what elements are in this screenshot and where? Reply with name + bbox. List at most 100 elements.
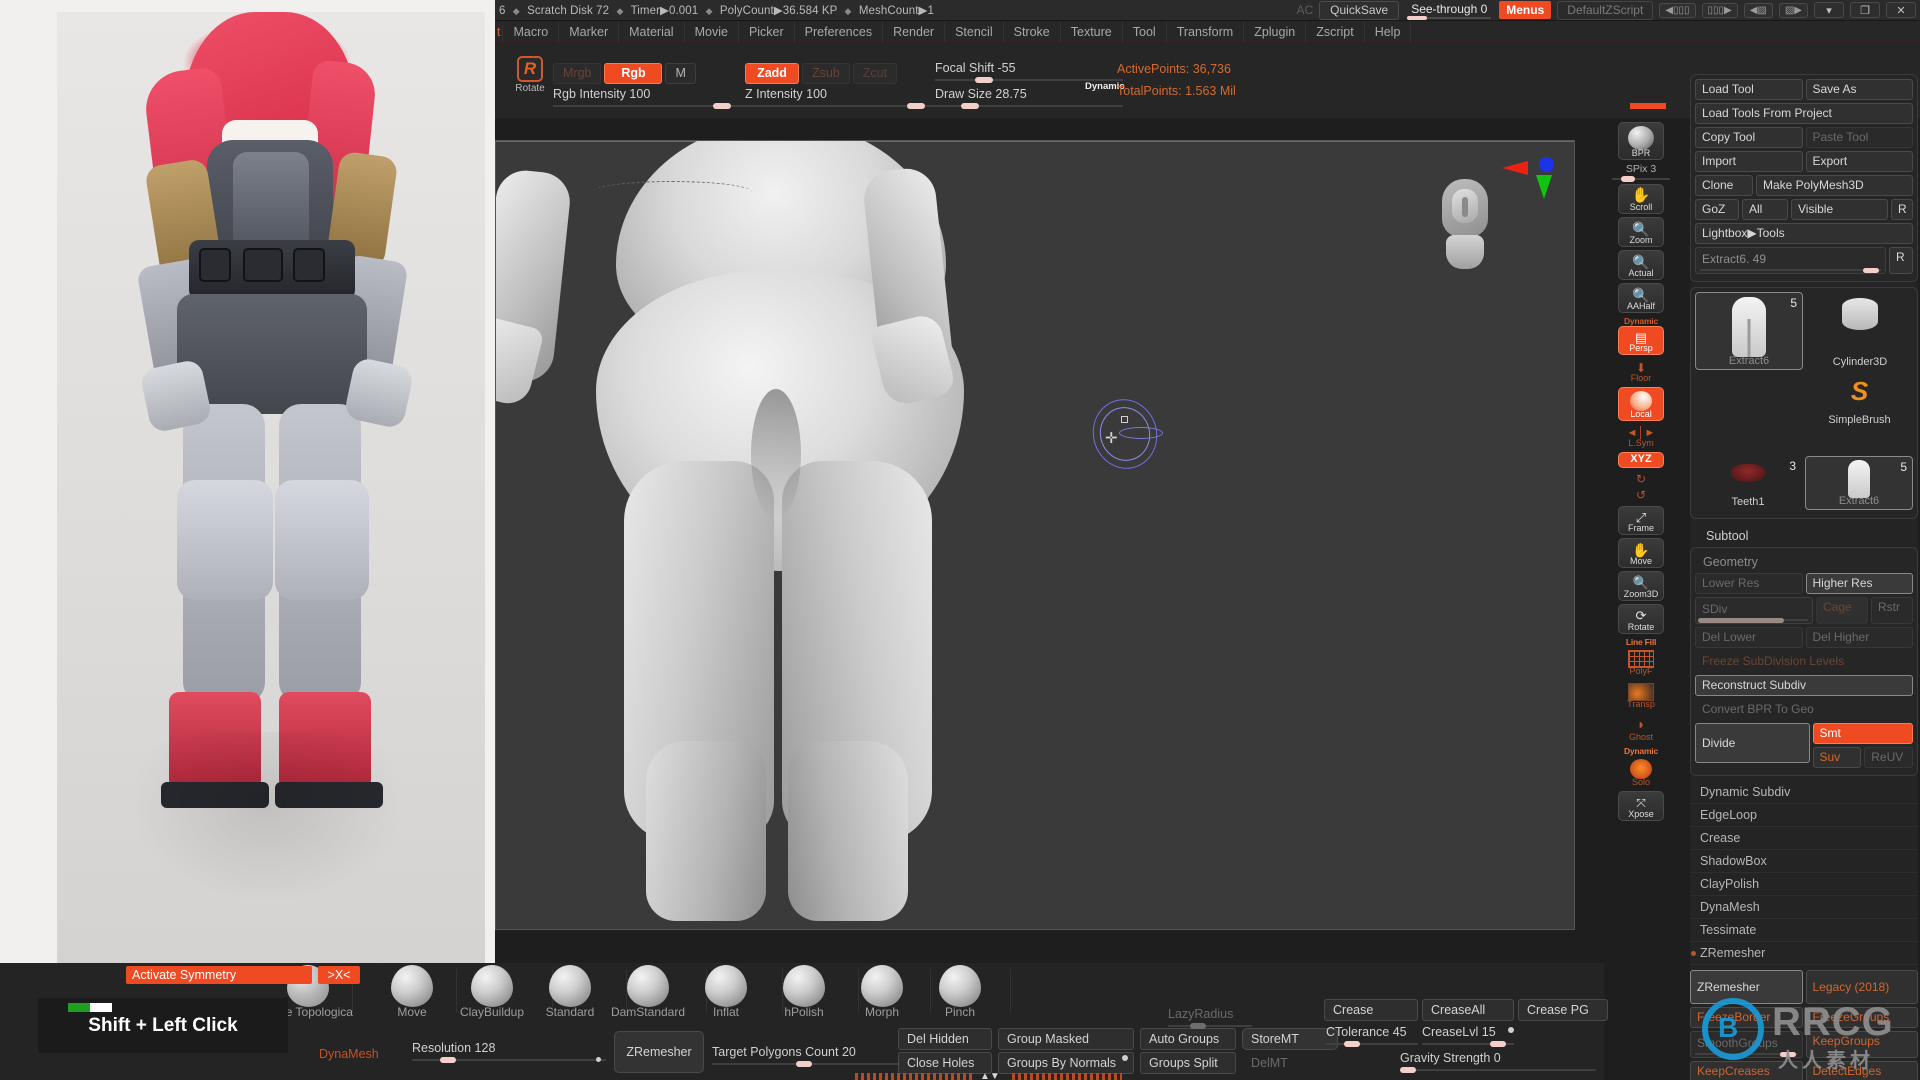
tool-thumb-simplebrush[interactable]: S SimpleBrush xyxy=(1806,374,1913,428)
frame-button[interactable]: ⤢ Frame xyxy=(1618,506,1664,535)
goz-all-button[interactable]: All xyxy=(1742,199,1788,220)
groups-by-normals-dot[interactable] xyxy=(1122,1055,1128,1061)
menu-item-marker[interactable]: Marker xyxy=(559,21,620,42)
menu-item-material[interactable]: Material xyxy=(619,21,685,42)
activate-symmetry-button[interactable]: Activate Symmetry xyxy=(126,966,312,984)
goz-r-button[interactable]: R xyxy=(1891,199,1913,220)
section-zremesher[interactable]: ZRemesher xyxy=(1690,942,1918,965)
slider-thumb[interactable] xyxy=(796,1061,812,1067)
zadd-button[interactable]: Zadd xyxy=(745,63,799,84)
slider-thumb[interactable] xyxy=(1621,176,1635,182)
current-tool-slider[interactable]: Extract6. 49 xyxy=(1695,247,1886,274)
menu-item-stroke[interactable]: Stroke xyxy=(1004,21,1061,42)
mrgb-button[interactable]: Mrgb xyxy=(553,63,602,84)
del-hidden-button[interactable]: Del Hidden xyxy=(898,1028,992,1050)
dynamesh-label[interactable]: DynaMesh xyxy=(310,1043,388,1065)
load-tool-button[interactable]: Load Tool xyxy=(1695,79,1803,100)
close-holes-button[interactable]: Close Holes xyxy=(898,1052,992,1074)
tool-thumb-cylinder3d[interactable]: Cylinder3D xyxy=(1807,292,1913,370)
zoom3d-button[interactable]: 🔍 Zoom3D xyxy=(1618,571,1664,601)
spix-slider[interactable]: SPix 3 xyxy=(1604,163,1678,182)
auto-groups-button[interactable]: Auto Groups xyxy=(1140,1028,1236,1050)
reconstruct-subdiv-button[interactable]: Reconstruct Subdiv xyxy=(1695,675,1913,696)
menu-item-transform[interactable]: Transform xyxy=(1167,21,1245,42)
rgb-intensity-slider[interactable]: Rgb Intensity 100 xyxy=(553,87,745,109)
aahalf-button[interactable]: 🔍 AAHalf xyxy=(1618,283,1664,313)
slider-thumb[interactable] xyxy=(1344,1041,1360,1047)
smt-button[interactable]: Smt xyxy=(1812,723,1913,744)
clone-button[interactable]: Clone xyxy=(1695,175,1753,196)
nav-prev-button[interactable]: ◀▯▯▯ xyxy=(1659,2,1696,18)
doc-prev-button[interactable]: ◀▧ xyxy=(1743,2,1773,18)
zremesher-bottom-button[interactable]: ZRemesher xyxy=(614,1031,704,1073)
suv-button[interactable]: Suv xyxy=(1812,747,1862,768)
section-shadowbox[interactable]: ShadowBox xyxy=(1690,850,1918,873)
menu-item-movie[interactable]: Movie xyxy=(685,21,739,42)
creaselvl-slider[interactable]: CreaseLvl 15 xyxy=(1422,1025,1514,1047)
group-masked-button[interactable]: Group Masked xyxy=(998,1028,1134,1050)
slider-thumb[interactable] xyxy=(907,103,925,109)
slider-thumb[interactable] xyxy=(961,103,979,109)
section-dynamic-subdiv[interactable]: Dynamic Subdiv xyxy=(1690,781,1918,804)
tool-thumb-teeth1[interactable]: 3 Teeth1 xyxy=(1695,456,1801,510)
slider-thumb[interactable] xyxy=(1400,1067,1416,1073)
menu-item-preferences[interactable]: Preferences xyxy=(795,21,884,42)
default-zscript-button[interactable]: DefaultZScript xyxy=(1557,0,1654,20)
gravity-strength-slider[interactable]: Gravity Strength 0 xyxy=(1400,1051,1596,1073)
load-tools-from-project-button[interactable]: Load Tools From Project xyxy=(1695,103,1913,124)
goz-button[interactable]: GoZ xyxy=(1695,199,1739,220)
menu-item-zplugin[interactable]: Zplugin xyxy=(1244,21,1307,42)
tool-thumb-extract6-b[interactable]: 5 Extract6 xyxy=(1805,456,1913,510)
slider-thumb[interactable] xyxy=(713,103,731,109)
lsym-button[interactable]: ◄│► L.Sym xyxy=(1618,424,1664,449)
save-as-button[interactable]: Save As xyxy=(1805,79,1913,100)
section-claypolish[interactable]: ClayPolish xyxy=(1690,873,1918,896)
z-rotate-icon[interactable]: ↺ xyxy=(1604,487,1678,503)
storemt-button[interactable]: StoreMT xyxy=(1242,1028,1338,1050)
ghost-button[interactable]: ◗ Ghost xyxy=(1618,713,1664,743)
scroll-arrows-icon[interactable]: ▲▼ xyxy=(980,1071,1000,1080)
section-tessimate[interactable]: Tessimate xyxy=(1690,919,1918,942)
slider-thumb[interactable] xyxy=(975,77,993,83)
tool-thumb-extract6[interactable]: 5 Extract6 xyxy=(1695,292,1803,370)
crease-all-button[interactable]: CreaseAll xyxy=(1422,999,1514,1021)
resolution-slider[interactable]: Resolution 128 xyxy=(412,1041,606,1063)
menu-item-texture[interactable]: Texture xyxy=(1061,21,1123,42)
higher-res-button[interactable]: Higher Res xyxy=(1805,573,1913,594)
bpr-button[interactable]: BPR xyxy=(1618,122,1664,160)
doc-next-button[interactable]: ▧▶ xyxy=(1778,2,1808,18)
xpose-button[interactable]: ⤧ Xpose xyxy=(1618,791,1664,821)
slider-thumb[interactable] xyxy=(1490,1041,1506,1047)
zcut-button[interactable]: Zcut xyxy=(852,63,898,84)
polyf-button[interactable]: PolyF xyxy=(1618,647,1664,677)
crease-button[interactable]: Crease xyxy=(1324,999,1418,1021)
geometry-section-title[interactable]: Geometry xyxy=(1695,552,1913,573)
quicksave-button[interactable]: QuickSave xyxy=(1319,0,1400,20)
floor-button[interactable]: ⬇ Floor xyxy=(1618,358,1664,384)
z-intensity-slider[interactable]: Z Intensity 100 xyxy=(745,87,937,109)
make-polymesh3d-button[interactable]: Make PolyMesh3D xyxy=(1756,175,1913,196)
rgb-button[interactable]: Rgb xyxy=(604,63,663,84)
slider-thumb[interactable] xyxy=(440,1057,456,1063)
menu-item-help[interactable]: Help xyxy=(1365,21,1412,42)
ctolerance-slider[interactable]: CTolerance 45 xyxy=(1326,1025,1418,1047)
m-button[interactable]: M xyxy=(665,63,696,84)
brush-pinch[interactable]: Pinch xyxy=(912,965,1008,1019)
menu-item-picker[interactable]: Picker xyxy=(739,21,795,42)
actual-button[interactable]: 🔍 Actual xyxy=(1618,250,1664,280)
section-crease[interactable]: Crease xyxy=(1690,827,1918,850)
solo-button[interactable]: Solo xyxy=(1618,756,1664,788)
minimize-icon[interactable]: ▾ xyxy=(1814,2,1844,18)
y-rotate-icon[interactable]: ↻ xyxy=(1604,471,1678,487)
menu-item-macro[interactable]: Macro xyxy=(503,21,560,42)
target-polygons-bottom-slider[interactable]: Target Polygons Count 20 xyxy=(712,1045,922,1067)
menu-item-render[interactable]: Render xyxy=(883,21,946,42)
crease-pg-button[interactable]: Crease PG xyxy=(1518,999,1608,1021)
slider-thumb[interactable] xyxy=(1863,268,1879,273)
orientation-gizmo[interactable] xyxy=(1502,153,1554,199)
menu-item-tool[interactable]: Tool xyxy=(1123,21,1167,42)
divide-button[interactable]: Divide xyxy=(1695,723,1810,763)
persp-button[interactable]: ▤ Persp xyxy=(1618,326,1664,355)
xyz-button[interactable]: XYZ xyxy=(1618,452,1664,468)
copy-tool-button[interactable]: Copy Tool xyxy=(1695,127,1803,148)
